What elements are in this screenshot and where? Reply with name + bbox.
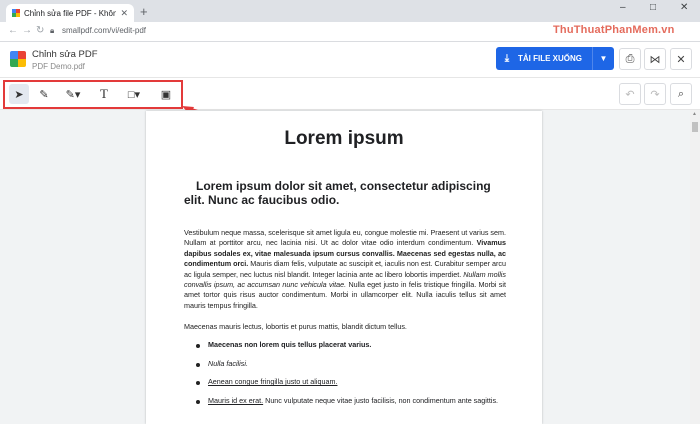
document-subtitle[interactable]: Lorem ipsum dolor sit amet, consectetur … bbox=[184, 179, 514, 207]
search-button[interactable]: ⌕ bbox=[670, 83, 692, 105]
close-editor-button[interactable]: ✕ bbox=[670, 48, 692, 70]
download-label: TẢI FILE XUỐNG bbox=[518, 54, 582, 63]
lock-icon: 🔒︎ bbox=[50, 26, 55, 35]
maximize-icon[interactable]: □ bbox=[650, 2, 656, 13]
file-name: PDF Demo.pdf bbox=[32, 62, 85, 71]
browser-tab[interactable]: Chỉnh sửa file PDF - Không ảnh l ✕ bbox=[6, 4, 134, 22]
scrollbar-thumb[interactable] bbox=[692, 122, 698, 132]
close-tab-icon[interactable]: ✕ bbox=[120, 8, 128, 19]
highlight-box bbox=[3, 80, 183, 109]
download-button[interactable]: ⤓ TẢI FILE XUỐNG ▼ bbox=[496, 47, 614, 70]
list-item[interactable]: Aenean congue fringilla justo ut aliquam… bbox=[208, 377, 506, 387]
forward-icon[interactable]: → bbox=[22, 25, 32, 36]
bullet-dot bbox=[196, 363, 200, 367]
undo-button[interactable]: ↶ bbox=[619, 83, 641, 105]
favicon-icon bbox=[12, 9, 20, 17]
scrollbar[interactable] bbox=[690, 110, 700, 424]
minimize-icon[interactable]: – bbox=[620, 2, 626, 13]
close-icon: ✕ bbox=[676, 53, 686, 66]
bullet-dot bbox=[196, 400, 200, 404]
bullet-dot bbox=[196, 344, 200, 348]
paragraph-1[interactable]: Vestibulum neque massa, scelerisque sit … bbox=[184, 228, 506, 311]
reload-icon[interactable]: ↻ bbox=[36, 25, 44, 36]
list-item[interactable]: Maecenas non lorem quis tellus placerat … bbox=[208, 340, 506, 350]
list-item[interactable]: Mauris id ex erat. Nunc vulputate neque … bbox=[208, 396, 506, 406]
paragraph-2[interactable]: Maecenas mauris lectus, lobortis et puru… bbox=[184, 322, 506, 332]
download-icon: ⤓ bbox=[504, 53, 510, 64]
back-icon[interactable]: ← bbox=[8, 25, 18, 36]
share-icon: ⋈ bbox=[649, 53, 661, 66]
chevron-down-icon[interactable]: ▼ bbox=[592, 47, 614, 70]
page-title: Chỉnh sửa PDF bbox=[32, 49, 98, 60]
search-icon: ⌕ bbox=[677, 87, 685, 100]
print-button[interactable]: ⎙ bbox=[619, 48, 641, 70]
redo-icon: ↷ bbox=[650, 88, 660, 101]
smallpdf-logo-icon[interactable] bbox=[10, 51, 26, 67]
watermark-logo: ThuThuatPhanMem.vn bbox=[553, 24, 675, 36]
tab-title: Chỉnh sửa file PDF - Không ảnh l bbox=[24, 8, 117, 18]
scroll-up-icon[interactable]: ▲ bbox=[692, 111, 697, 117]
new-tab-icon[interactable]: + bbox=[140, 4, 148, 19]
bullet-dot bbox=[196, 381, 200, 385]
list-item[interactable]: Nulla facilisi. bbox=[208, 359, 506, 369]
undo-icon: ↶ bbox=[625, 88, 635, 101]
share-button[interactable]: ⋈ bbox=[644, 48, 666, 70]
close-window-icon[interactable]: ✕ bbox=[680, 2, 688, 13]
redo-button[interactable]: ↷ bbox=[644, 83, 666, 105]
print-icon: ⎙ bbox=[625, 52, 635, 65]
document-title[interactable]: Lorem ipsum bbox=[146, 128, 542, 150]
url-text[interactable]: smallpdf.com/vi/edit-pdf bbox=[62, 26, 146, 35]
